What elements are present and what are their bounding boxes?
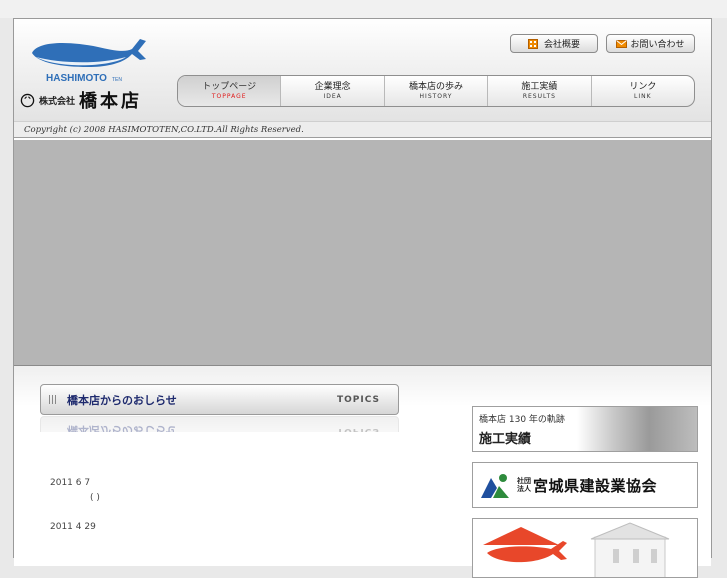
- main-navigation: トップページ TOPPAGE 企業理念 IDEA 橋本店の歩み HISTORY …: [177, 75, 695, 107]
- company-name: 橋本店: [79, 91, 143, 112]
- browser-top-strip: [0, 0, 727, 18]
- nav-label-jp: 企業理念: [314, 81, 351, 92]
- association-name: 宮城県建設業協会: [533, 476, 658, 495]
- nav-label-en: RESULTS: [522, 92, 556, 100]
- nav-label-en: LINK: [634, 92, 652, 100]
- association-prefix-line2: 法人: [517, 485, 531, 493]
- nav-label-jp: リンク: [629, 81, 657, 92]
- contact-button[interactable]: お問い合わせ: [606, 34, 695, 53]
- logo-text: HASHIMOTO: [46, 73, 107, 83]
- company-prefix: 株式会社: [39, 96, 76, 107]
- company-name-block: 株式会社 橋本店: [20, 89, 143, 112]
- topics-title-reflection: 橋本店からのおしらせ: [67, 424, 177, 433]
- nav-label-jp: 橋本店の歩み: [409, 81, 464, 92]
- content-area: 橋本店からのおしらせ TOPICS 橋本店からのおしらせ TOPICS 2011…: [14, 366, 711, 578]
- history-banner-subtitle: 橋本店 130 年の軌跡: [479, 415, 565, 425]
- whale-logo[interactable]: HASHIMOTO TEN: [28, 27, 146, 83]
- history-banner[interactable]: 橋本店 130 年の軌跡 施工実績: [472, 406, 698, 452]
- nav-item-toppage[interactable]: トップページ TOPPAGE: [178, 76, 282, 106]
- company-banner-artwork: [483, 522, 670, 577]
- building-icon: [527, 38, 538, 49]
- association-banner[interactable]: 社団 法人 宮城県建設業協会: [472, 462, 698, 508]
- hero-image-area: [14, 140, 711, 366]
- topics-label-reflection: TOPICS: [337, 426, 380, 433]
- topics-header-reflection: 橋本店からのおしらせ TOPICS: [40, 416, 399, 432]
- nav-label-en: TOPPAGE: [211, 92, 247, 100]
- site-header: HASHIMOTO TEN 株式会社 橋本店 会社概要 お問い合わせ トップペー…: [14, 19, 711, 121]
- company-profile-button[interactable]: 会社概要: [510, 34, 598, 53]
- nav-item-history[interactable]: 橋本店の歩み HISTORY: [385, 76, 489, 106]
- grip-icon: [49, 395, 57, 404]
- company-banner[interactable]: [472, 518, 698, 578]
- topics-title: 橋本店からのおしらせ: [67, 393, 177, 407]
- nav-label-en: HISTORY: [419, 92, 453, 100]
- building-photo: [577, 407, 697, 451]
- topics-header: 橋本店からのおしらせ TOPICS: [40, 384, 399, 415]
- news-date: 2011 4 29: [50, 522, 96, 532]
- nav-item-results[interactable]: 施工実績 RESULTS: [488, 76, 592, 106]
- history-banner-title: 施工実績: [479, 432, 532, 447]
- nav-label-jp: 施工実績: [521, 81, 558, 92]
- contact-label: お問い合わせ: [630, 40, 685, 50]
- news-text[interactable]: ( ): [90, 493, 100, 503]
- topics-label: TOPICS: [337, 394, 380, 405]
- nav-label-en: IDEA: [323, 92, 342, 100]
- logo-suffix: TEN: [112, 77, 122, 83]
- company-mark-icon: [20, 93, 35, 107]
- nav-item-link[interactable]: リンク LINK: [592, 76, 694, 106]
- company-profile-label: 会社概要: [543, 40, 580, 50]
- copyright-bar: Copyright (c) 2008 HASIMOTOTEN,CO.LTD.Al…: [14, 121, 711, 138]
- nav-item-idea[interactable]: 企業理念 IDEA: [281, 76, 385, 106]
- nav-label-jp: トップページ: [202, 81, 257, 92]
- news-date: 2011 6 7: [50, 478, 91, 488]
- mail-icon: [616, 39, 628, 48]
- page-frame: HASHIMOTO TEN 株式会社 橋本店 会社概要 お問い合わせ トップペー…: [13, 18, 712, 578]
- association-logo-icon: [481, 474, 509, 498]
- association-prefix: 社団 法人: [517, 477, 531, 493]
- association-prefix-line1: 社団: [517, 477, 531, 485]
